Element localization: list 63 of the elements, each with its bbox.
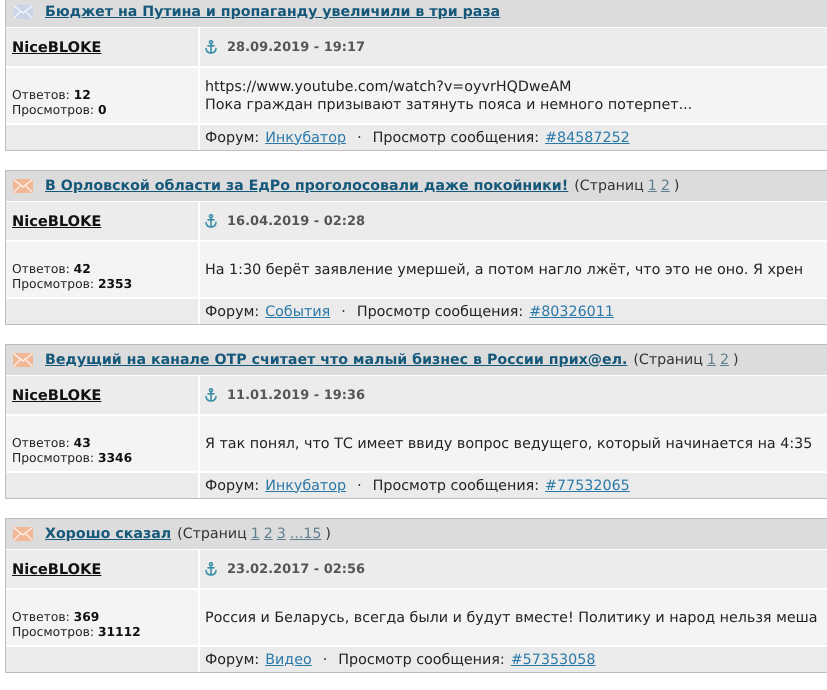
pages-close-paren: ) [325,526,331,542]
view-post-label: Просмотр сообщения: [338,652,505,668]
views-count: Просмотров: 0 [12,103,108,118]
views-count: Просмотров: 31112 [12,625,142,640]
view-post-label: Просмотр сообщения: [372,478,540,494]
view-post-label: Просмотр сообщения: [372,130,540,146]
pages-label: (Страниц [633,352,703,368]
replies-count: Ответов: 42 [12,262,92,277]
author-link[interactable]: NiceBLOKE [12,386,102,404]
replies-count: Ответов: 43 [12,436,92,451]
post-number-link[interactable]: #84587252 [545,130,630,146]
page-link[interactable]: 3 [276,526,286,542]
message-text: Россия и Беларусь, всегда были и будут вместе! Политику и народ нельзя меша [205,608,819,626]
forum-label: Форум: [205,130,260,146]
separator-dot: · [357,478,362,494]
page-link[interactable]: 1 [648,178,657,194]
anchor-icon[interactable] [205,562,217,576]
post-date: 11.01.2019 - 19:36 [227,388,366,402]
author-link[interactable]: NiceBLOKE [12,212,102,230]
pages-label: (Страниц [574,178,644,194]
pages-close-paren: ) [733,352,739,368]
post-date: 23.02.2017 - 02:56 [227,562,366,576]
separator-dot: · [322,652,328,668]
forum-link[interactable]: Видео [265,652,312,668]
page-link[interactable]: 2 [264,526,273,542]
anchor-icon[interactable] [205,214,217,228]
forum-link[interactable]: Инкубатор [265,478,346,494]
post-number-link[interactable]: #77532065 [545,478,630,494]
topic-title-link[interactable]: В Орловской области за ЕдРо проголосовали даже покойники! [45,178,568,194]
forum-link[interactable]: Инкубатор [265,130,346,146]
forum-link[interactable]: События [265,304,330,320]
page-link[interactable]: ...15 [290,526,322,542]
message-text: Пока граждан призывают затянуть пояса и немного потерпет... [205,96,694,114]
post-date: 28.09.2019 - 19:17 [227,40,366,54]
message-text: На 1:30 берёт заявление умершей, а потом нагло лжёт, что это не оно. Я хрен [205,260,804,278]
post-number-link[interactable]: #57353058 [510,652,596,668]
anchor-icon[interactable] [205,40,217,54]
author-link[interactable]: NiceBLOKE [12,38,102,56]
page-link[interactable]: 1 [706,352,716,368]
replies-count: Ответов: 12 [12,88,92,103]
views-count: Просмотров: 2353 [12,277,134,292]
replies-count: Ответов: 369 [12,610,100,625]
pages-label: (Страниц [177,526,247,542]
anchor-icon[interactable] [205,388,217,402]
page-link[interactable]: 2 [660,178,670,194]
page-link[interactable]: 2 [720,352,729,368]
message-text: https://www.youtube.com/watch?v=oyvrHQDweAM [205,78,572,96]
topic-title-link[interactable]: Хорошо сказал [45,526,172,542]
forum-label: Форум: [205,304,260,320]
forum-label: Форум: [205,652,260,668]
page-link[interactable]: 1 [250,526,260,542]
post-number-link[interactable]: #80326011 [529,304,614,320]
separator-dot: · [357,130,362,146]
view-post-label: Просмотр сообщения: [356,304,524,320]
author-link[interactable]: NiceBLOKE [12,560,102,578]
post-date: 16.04.2019 - 02:28 [227,214,366,228]
message-text: Я так понял, что ТС имеет ввиду вопрос ведущего, который начинается на 4:35 [205,434,814,452]
forum-label: Форум: [205,478,260,494]
topic-title-link[interactable]: Бюджет на Путина и пропаганду увеличили в три раза [45,4,500,20]
topic-title-link[interactable]: Ведущий на канале ОТР считает что малый бизнес в России прих@ел. [45,352,628,368]
pages-close-paren: ) [674,178,680,194]
views-count: Просмотров: 3346 [12,451,134,466]
separator-dot: · [341,304,346,320]
